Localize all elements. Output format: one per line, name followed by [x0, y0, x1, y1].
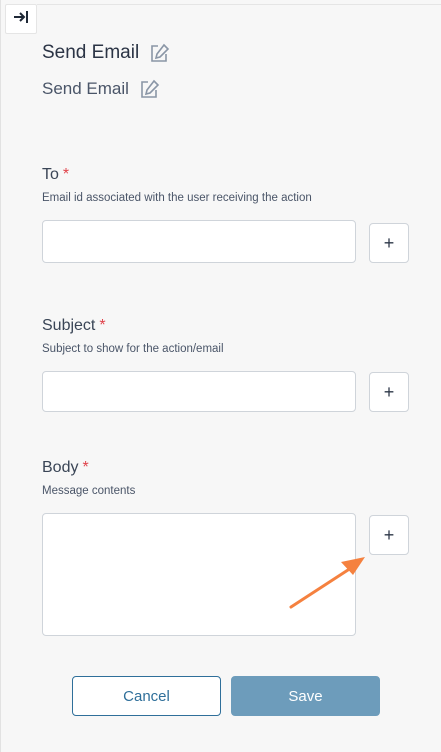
- page-title: Send Email: [42, 42, 140, 63]
- panel-top-border: [37, 4, 441, 5]
- to-add-variable-button[interactable]: +: [369, 223, 409, 263]
- to-description: Email id associated with the user receiv…: [42, 192, 312, 204]
- body-label-text: Body: [42, 459, 79, 476]
- required-mark: *: [99, 317, 106, 334]
- send-email-panel: Send Email Send Email To * Email id assoc…: [0, 0, 441, 752]
- collapse-right-icon: [13, 10, 29, 29]
- body-description: Message contents: [42, 485, 136, 497]
- page-subtitle: Send Email: [42, 79, 129, 98]
- edit-subtitle-icon[interactable]: [139, 79, 161, 99]
- body-label: Body *: [42, 459, 89, 477]
- subtitle-row: Send Email: [42, 79, 161, 99]
- collapse-panel-button[interactable]: [5, 4, 37, 34]
- body-textarea[interactable]: [42, 513, 356, 636]
- subject-input[interactable]: [42, 371, 356, 412]
- to-input[interactable]: [42, 220, 356, 263]
- subject-add-variable-button[interactable]: +: [369, 372, 409, 412]
- subject-label-text: Subject: [42, 317, 96, 334]
- subject-description: Subject to show for the action/email: [42, 343, 224, 355]
- subject-label: Subject *: [42, 317, 106, 335]
- to-label: To *: [42, 166, 69, 184]
- title-row: Send Email: [42, 42, 171, 64]
- cancel-button[interactable]: Cancel: [72, 676, 221, 716]
- required-mark: *: [62, 166, 70, 183]
- edit-title-icon[interactable]: [149, 43, 171, 63]
- required-mark: *: [82, 459, 89, 476]
- body-add-variable-button[interactable]: +: [369, 515, 409, 555]
- save-button[interactable]: Save: [231, 676, 380, 716]
- to-label-text: To: [42, 166, 59, 183]
